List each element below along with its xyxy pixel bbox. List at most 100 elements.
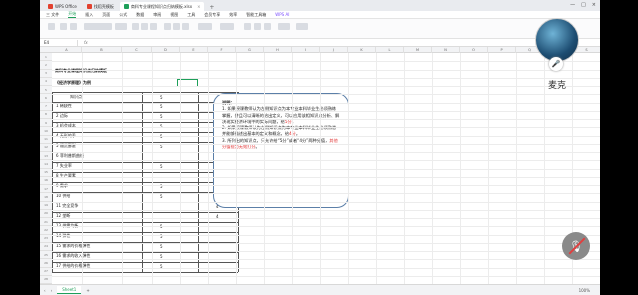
sort-icon[interactable] [264,23,271,30]
row-header[interactable]: 12 [40,143,52,152]
menu-efficiency[interactable]: 效率 [229,12,237,18]
menu-insert[interactable]: 插入 [85,12,93,18]
column-header[interactable]: P [488,47,516,53]
tab-template[interactable]: 找稻壳模板 [83,2,118,11]
align-right-icon[interactable] [182,23,189,30]
menu-data[interactable]: 数据 [136,12,144,18]
table-border [52,262,238,263]
close-window-icon[interactable]: × [592,2,596,8]
row-header[interactable]: 8 [40,110,52,119]
paste-icon[interactable] [48,23,55,30]
tab-wps-office[interactable]: WPS Office [44,2,81,11]
row-header[interactable]: 28 [40,275,52,284]
caller-avatar[interactable] [535,18,579,62]
column-header[interactable]: D [152,47,180,53]
menu-view[interactable]: 视图 [170,12,178,18]
font-family-select[interactable] [84,23,112,30]
row-header[interactable]: 6 [40,94,52,103]
font-size-select[interactable] [115,23,127,30]
fx-icon[interactable]: fx [84,40,88,45]
number-format-icon[interactable] [220,23,234,30]
cell-style-icon[interactable] [296,23,308,30]
name-box[interactable]: E4 [40,39,78,46]
sum-icon[interactable] [244,23,251,30]
row-header[interactable]: 15 [40,168,52,177]
table-border [52,212,238,213]
row-header[interactable]: 21 [40,218,52,227]
column-header[interactable]: J [320,47,348,53]
table-border [52,162,238,163]
row-header[interactable]: 13 [40,152,52,161]
row-header[interactable]: 17 [40,185,52,194]
row-header[interactable]: 27 [40,267,52,276]
add-tab-icon[interactable]: + [206,4,217,11]
row-header[interactable]: 5 [40,86,52,95]
menu-review[interactable]: 审阅 [153,12,161,18]
menu-tools[interactable]: 工具 [187,12,195,18]
align-center-icon[interactable] [173,23,180,30]
menu-file[interactable]: 三 文件 [46,12,59,18]
row-header[interactable]: 25 [40,251,52,260]
column-header[interactable]: F [208,47,236,53]
row-header[interactable]: 26 [40,259,52,268]
column-header[interactable]: K [348,47,376,53]
menu-member[interactable]: 会员专享 [204,12,220,18]
column-header[interactable]: H [264,47,292,53]
column-header[interactable]: G [236,47,264,53]
tab-bar: WPS Office 找稻壳模板 商科专业课程知识点归纳模板.xlsx × + … [40,0,600,11]
align-left-icon[interactable] [164,23,171,30]
row-header[interactable]: 16 [40,176,52,185]
row-header[interactable]: 19 [40,201,52,210]
column-header[interactable]: O [460,47,488,53]
column-header[interactable]: B [82,47,122,53]
copy-icon[interactable] [70,23,77,30]
column-header[interactable]: N [432,47,460,53]
menu-smart-toolbox[interactable]: 智能工具箱 [246,12,266,18]
minimize-icon[interactable]: — [570,2,575,8]
italic-icon[interactable] [141,23,148,30]
row-header[interactable]: 23 [40,234,52,243]
table-border [52,92,238,93]
row-header[interactable]: 3 [40,69,52,78]
row-header[interactable]: 7 [40,102,52,111]
row-header[interactable]: 4 [40,77,52,86]
next-sheet-icon[interactable]: › [51,288,53,293]
row-header[interactable]: 2 [40,61,52,70]
menu-home[interactable]: 开始 [68,11,77,18]
sheet-title[interactable]: 商科专业课程知识点归纳模板 [55,67,107,74]
zoom-level[interactable]: 100% [579,288,590,293]
menu-wps-ai[interactable]: WPS AI [275,12,289,17]
merge-icon[interactable] [198,23,212,30]
column-header[interactable]: I [292,47,320,53]
column-header[interactable]: A [52,47,82,53]
row-header[interactable]: 10 [40,127,52,136]
row-header[interactable]: 9 [40,119,52,128]
row-header[interactable]: 20 [40,209,52,218]
add-sheet-icon[interactable]: + [86,288,89,293]
column-header[interactable]: L [376,47,404,53]
column-header[interactable]: E [180,47,208,53]
close-tab-icon[interactable]: × [197,4,200,9]
row-header[interactable]: 22 [40,226,52,235]
spreadsheet-grid[interactable]: ABCDEFGHIJKLMNOPQRS 12345678910111213141… [40,47,600,284]
tab-workbook[interactable]: 商科专业课程知识点归纳模板.xlsx × [119,2,205,11]
row-header[interactable]: 18 [40,193,52,202]
conditional-format-icon[interactable] [278,23,290,30]
filter-icon[interactable] [254,23,261,30]
row-header[interactable]: 1 [40,53,52,62]
maximize-icon[interactable]: □ [581,2,586,8]
column-header[interactable]: C [122,47,152,53]
prev-sheet-icon[interactable]: ‹ [44,288,46,293]
cut-icon[interactable] [60,23,67,30]
column-header[interactable]: M [404,47,432,53]
row-header[interactable]: 24 [40,242,52,251]
sheet-tab-sheet1[interactable]: Sheet1 [57,286,82,294]
menu-page[interactable]: 页面 [102,12,110,18]
row-header[interactable]: 14 [40,160,52,169]
course-title[interactable]: 《经济学原理》为例 [55,79,91,86]
bold-icon[interactable] [132,23,139,30]
note-paragraph-1: 1. 如果授课教师认为左侧知识点为本专业本科毕业生必须熟练掌握，并且可以清晰的给… [222,106,340,124]
menu-formula[interactable]: 公式 [119,12,127,18]
row-header[interactable]: 11 [40,135,52,144]
underline-icon[interactable] [150,23,157,30]
